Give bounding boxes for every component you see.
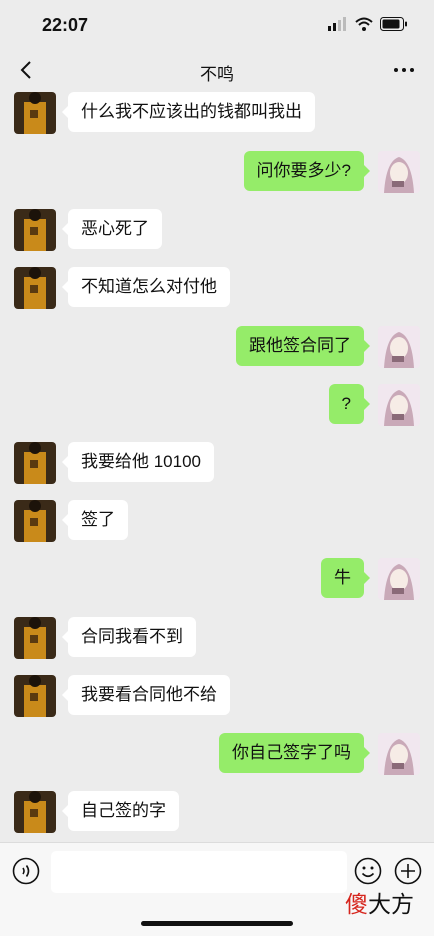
- message-row: 你自己签字了吗: [0, 733, 434, 775]
- watermark-part-2: 大方: [368, 891, 414, 917]
- message-row: 签了: [0, 500, 434, 542]
- message-row: 合同我看不到: [0, 617, 434, 659]
- message-row: 什么我不应该出的钱都叫我出: [0, 92, 434, 134]
- input-bar: 傻大方: [0, 842, 434, 936]
- message-bubble[interactable]: 不知道怎么对付他: [62, 267, 230, 307]
- message-row: 不知道怎么对付他: [0, 267, 434, 309]
- message-row: 恶心死了: [0, 209, 434, 251]
- self-avatar[interactable]: [378, 558, 420, 600]
- message-bubble[interactable]: 问你要多少?: [243, 151, 371, 191]
- self-avatar[interactable]: [378, 326, 420, 368]
- signal-icon: [328, 17, 346, 31]
- message-row: 跟他签合同了: [0, 326, 434, 368]
- contact-avatar[interactable]: [14, 442, 56, 484]
- contact-avatar[interactable]: [14, 267, 56, 309]
- message-bubble[interactable]: 牛: [321, 558, 370, 598]
- voice-icon[interactable]: [12, 857, 40, 885]
- battery-icon: [380, 17, 407, 31]
- message-row: 牛: [0, 558, 434, 600]
- status-time: 22:07: [42, 15, 89, 35]
- message-row: ?: [0, 384, 434, 426]
- message-bubble[interactable]: 合同我看不到: [62, 617, 196, 657]
- message-row: 我要给他 10100: [0, 442, 434, 484]
- message-bubble[interactable]: 自己签的字: [62, 791, 179, 831]
- emoji-icon[interactable]: [354, 857, 382, 885]
- nav-bar: 不鸣: [0, 50, 434, 92]
- contact-avatar[interactable]: [14, 92, 56, 134]
- contact-avatar[interactable]: [14, 209, 56, 251]
- message-bubble[interactable]: 我要给他 10100: [62, 442, 214, 482]
- message-row: 问你要多少?: [0, 151, 434, 193]
- contact-avatar[interactable]: [14, 791, 56, 833]
- self-avatar[interactable]: [378, 384, 420, 426]
- chat-title: 不鸣: [200, 65, 234, 84]
- home-indicator: [141, 921, 293, 926]
- contact-avatar[interactable]: [14, 675, 56, 717]
- self-avatar[interactable]: [378, 151, 420, 193]
- message-bubble[interactable]: 恶心死了: [62, 209, 162, 249]
- status-bar: 22:07: [0, 0, 434, 50]
- message-bubble[interactable]: 我要看合同他不给: [62, 675, 230, 715]
- message-bubble[interactable]: 签了: [62, 500, 128, 540]
- wifi-icon: [355, 17, 373, 31]
- message-bubble[interactable]: 跟他签合同了: [236, 326, 370, 366]
- chat-area: 什么我不应该出的钱都叫我出 问你要多少? 恶心死了 不知道怎么对付他 跟他签合同…: [0, 92, 434, 842]
- watermark: 傻大方: [345, 885, 414, 919]
- message-row: 自己签的字: [0, 791, 434, 833]
- status-icons: [328, 17, 408, 31]
- plus-icon[interactable]: [394, 857, 422, 885]
- self-avatar[interactable]: [378, 733, 420, 775]
- watermark-part-1: 傻: [345, 891, 368, 917]
- message-bubble[interactable]: 什么我不应该出的钱都叫我出: [62, 92, 315, 132]
- message-bubble[interactable]: 你自己签字了吗: [219, 733, 370, 773]
- more-icon[interactable]: [392, 58, 416, 82]
- message-bubble[interactable]: ?: [328, 384, 371, 424]
- contact-avatar[interactable]: [14, 617, 56, 659]
- message-input[interactable]: [51, 851, 347, 893]
- contact-avatar[interactable]: [14, 500, 56, 542]
- message-row: 我要看合同他不给: [0, 675, 434, 717]
